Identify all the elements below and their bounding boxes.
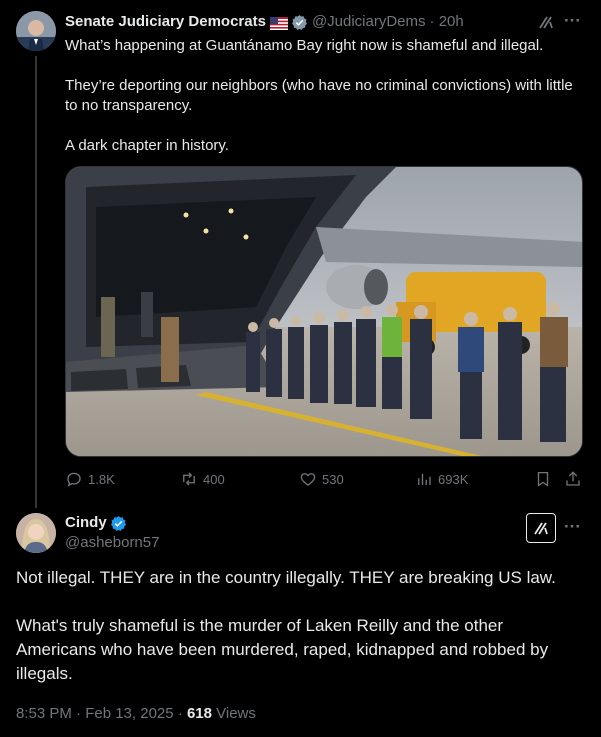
tweet-paragraph: A dark chapter in history. bbox=[65, 137, 229, 154]
like-button[interactable]: 530 bbox=[299, 470, 344, 488]
author-handle[interactable]: @asheborn57 bbox=[65, 533, 159, 553]
tweet-meta: 8:53 PM · Feb 13, 2025 · 618 Views bbox=[16, 704, 256, 724]
author-name[interactable]: Cindy bbox=[65, 513, 107, 533]
analytics-icon bbox=[418, 473, 431, 485]
repost-button[interactable]: 400 bbox=[180, 470, 225, 488]
view-count: 693K bbox=[438, 471, 469, 487]
verified-badge-icon[interactable] bbox=[110, 515, 127, 532]
bookmark-button[interactable] bbox=[534, 470, 557, 488]
views-button[interactable]: 693K bbox=[415, 470, 468, 488]
tweet-paragraph: What’s happening at Guantánamo Bay right… bbox=[65, 37, 544, 54]
tweet-photo[interactable] bbox=[65, 166, 583, 457]
reply-count: 1.8K bbox=[88, 471, 115, 487]
us-flag-icon bbox=[269, 16, 288, 30]
more-options-icon[interactable]: ··· bbox=[564, 11, 581, 31]
heart-icon bbox=[300, 473, 316, 486]
grok-button[interactable] bbox=[526, 513, 556, 543]
grok-icon[interactable] bbox=[537, 13, 555, 31]
repost-icon bbox=[183, 472, 195, 486]
photo-airplane-deportation bbox=[66, 167, 582, 456]
share-icon bbox=[566, 471, 580, 486]
views-count: 618 bbox=[186, 705, 212, 722]
verified-badge-icon[interactable] bbox=[291, 14, 308, 31]
author-name[interactable]: Senate Judiciary Democrats bbox=[65, 12, 266, 32]
like-count: 530 bbox=[322, 471, 344, 487]
grok-icon bbox=[534, 522, 548, 535]
views-label: Views bbox=[211, 705, 256, 722]
tweet-paragraph: Not illegal. THEY are in the country ill… bbox=[16, 568, 556, 587]
more-options-icon[interactable]: ··· bbox=[564, 517, 581, 537]
share-button[interactable] bbox=[564, 470, 587, 488]
thread-line bbox=[35, 56, 37, 508]
tweet-text: What’s happening at Guantánamo Bay right… bbox=[65, 36, 585, 176]
tweet-action-bar: 1.8K 400 530 693K bbox=[65, 470, 585, 490]
bookmark-icon bbox=[537, 471, 549, 487]
author-avatar[interactable] bbox=[16, 513, 56, 553]
tweet-text: Not illegal. THEY are in the country ill… bbox=[16, 566, 586, 710]
main-tweet[interactable]: Cindy @asheborn57 ··· Not illegal. THEY … bbox=[0, 500, 601, 737]
reply-icon bbox=[67, 472, 81, 487]
tweet-timestamp[interactable]: 8:53 PM · Feb 13, 2025 · bbox=[16, 705, 187, 722]
reply-button[interactable]: 1.8K bbox=[65, 470, 115, 488]
quoted-tweet[interactable]: Senate Judiciary Democrats @JudiciaryDem… bbox=[0, 0, 601, 508]
tweet-paragraph: What's truly shameful is the murder of L… bbox=[16, 616, 549, 683]
tweet-paragraph: They’re deporting our neighbors (who hav… bbox=[65, 77, 573, 114]
author-handle[interactable]: @JudiciaryDems bbox=[312, 12, 426, 32]
repost-count: 400 bbox=[203, 471, 225, 487]
author-avatar[interactable] bbox=[16, 11, 56, 51]
tweet-time[interactable]: · 20h bbox=[430, 12, 464, 32]
tweet-header: Senate Judiciary Democrats @JudiciaryDem… bbox=[65, 12, 464, 32]
author-name-row: Cindy bbox=[65, 513, 127, 533]
